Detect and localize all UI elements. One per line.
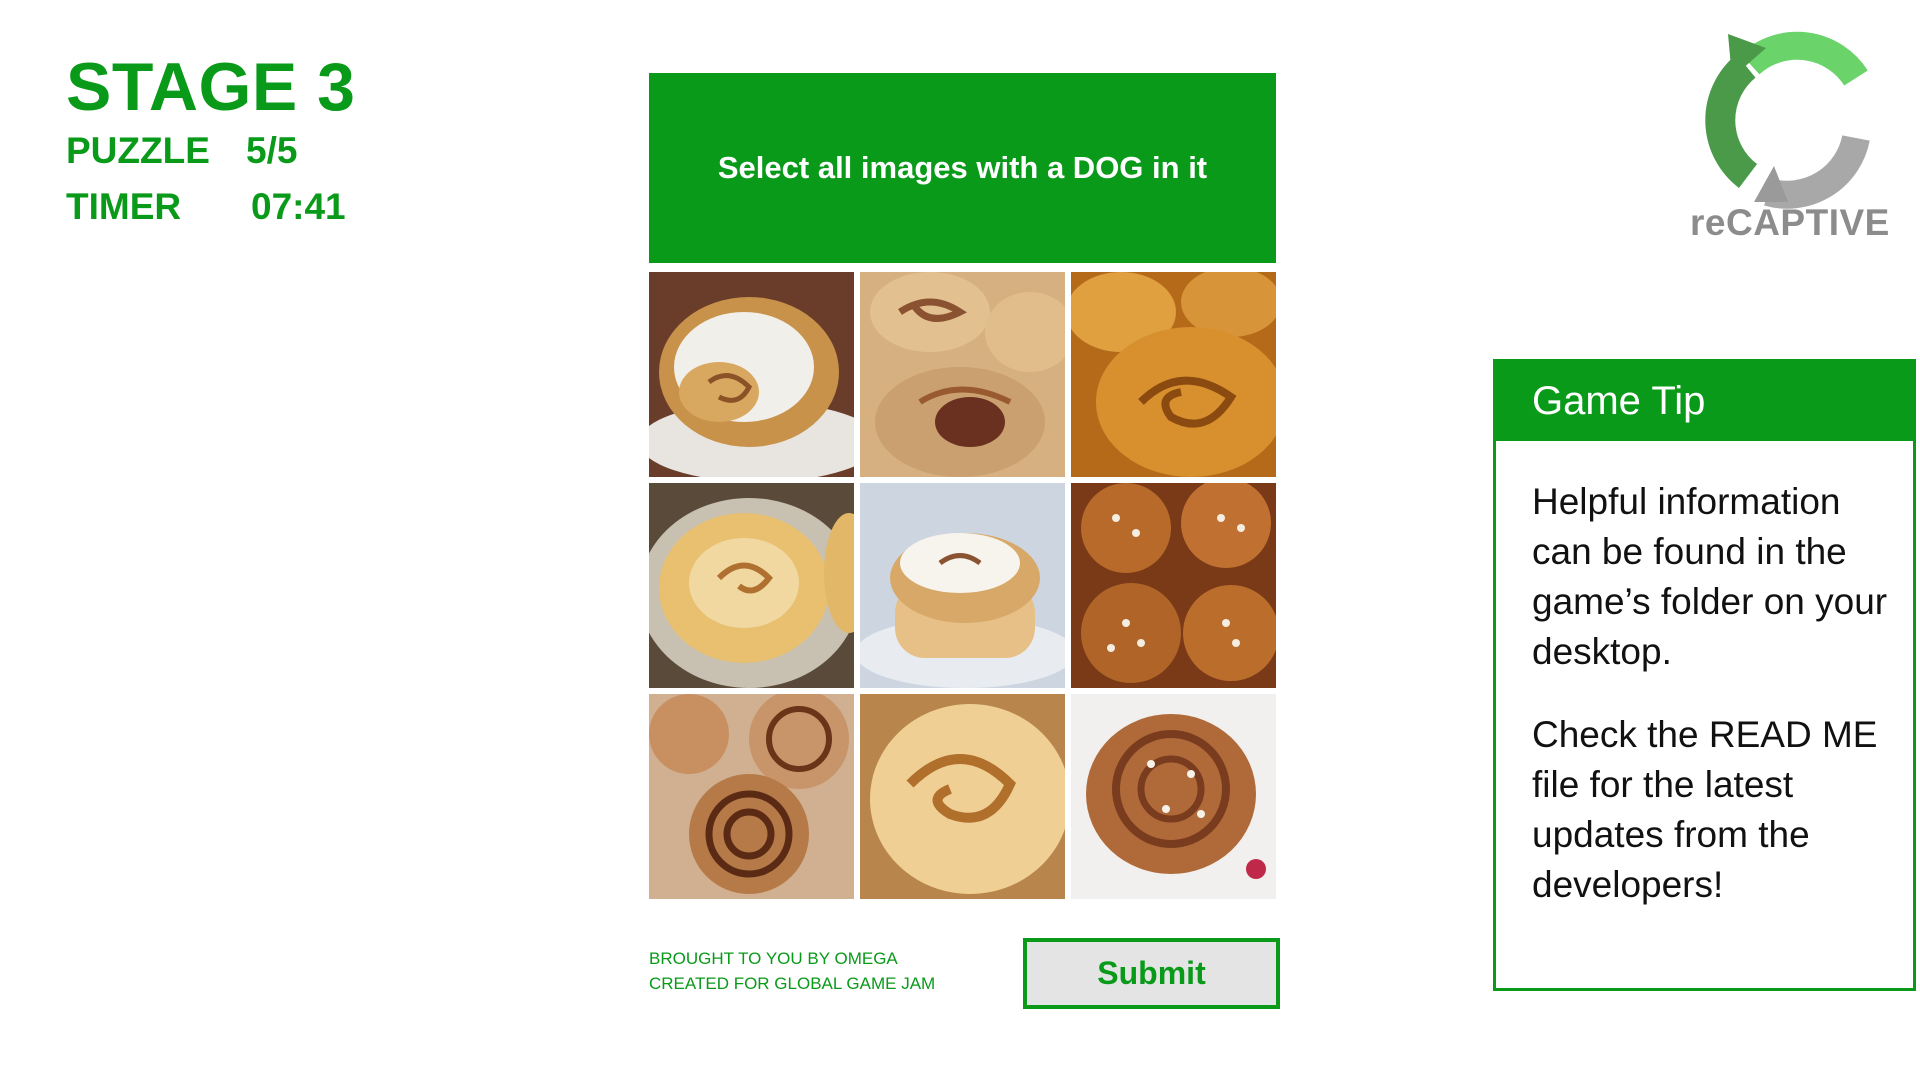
tip-paragraph-2: Check the READ ME file for the latest up… <box>1532 714 1878 905</box>
credits-line-2: CREATED FOR GLOBAL GAME JAM <box>649 974 936 993</box>
image-tile[interactable] <box>649 272 854 477</box>
timer: TIMER 07:41 <box>66 180 355 234</box>
captcha-prompt: Select all images with a DOG in it <box>649 73 1276 263</box>
image-tile[interactable] <box>649 483 854 688</box>
puzzle-counter: PUZZLE 5/5 <box>66 124 355 178</box>
image-tile[interactable] <box>1071 272 1276 477</box>
tip-paragraph-1: Helpful information can be found in the … <box>1532 481 1888 672</box>
iced-roll-image <box>860 483 1065 688</box>
game-tip-panel: Game Tip Helpful information can be foun… <box>1493 359 1916 991</box>
glazed-roll-plate-image <box>649 483 854 688</box>
credits-line-1: BROUGHT TO YOU BY OMEGA <box>649 949 898 968</box>
cinnamon-roll-image <box>649 272 854 477</box>
image-grid <box>649 272 1276 899</box>
stage-title: STAGE 3 <box>66 49 356 125</box>
timer-value: 07:41 <box>251 186 346 227</box>
image-tile[interactable] <box>1071 483 1276 688</box>
game-tip-body: Helpful information can be found in the … <box>1496 441 1913 910</box>
puzzle-value: 5/5 <box>246 130 298 171</box>
timer-label: TIMER <box>66 186 182 227</box>
roll-closeup-image <box>860 694 1065 899</box>
logo-wordmark: reCAPTIVE <box>1690 202 1890 243</box>
sugar-buns-image <box>1071 483 1276 688</box>
cinnamon-cookie-image <box>860 272 1065 477</box>
credits: BROUGHT TO YOU BY OMEGA CREATED FOR GLOB… <box>649 946 935 996</box>
cinnamon-rolls-image <box>649 694 854 899</box>
cinnamon-buns-image <box>1071 272 1276 477</box>
image-tile[interactable] <box>860 483 1065 688</box>
captcha-widget: Select all images with a DOG in it <box>649 73 1276 899</box>
cardamom-bun-image <box>1071 694 1276 899</box>
puzzle-label: PUZZLE <box>66 130 210 171</box>
submit-button[interactable]: Submit <box>1023 938 1280 1009</box>
image-tile[interactable] <box>1071 694 1276 899</box>
image-tile[interactable] <box>649 694 854 899</box>
game-tip-title: Game Tip <box>1496 362 1913 441</box>
image-tile[interactable] <box>860 272 1065 477</box>
game-hud: STAGE 3 PUZZLE 5/5 TIMER 07:41 <box>66 52 355 234</box>
image-tile[interactable] <box>860 694 1065 899</box>
